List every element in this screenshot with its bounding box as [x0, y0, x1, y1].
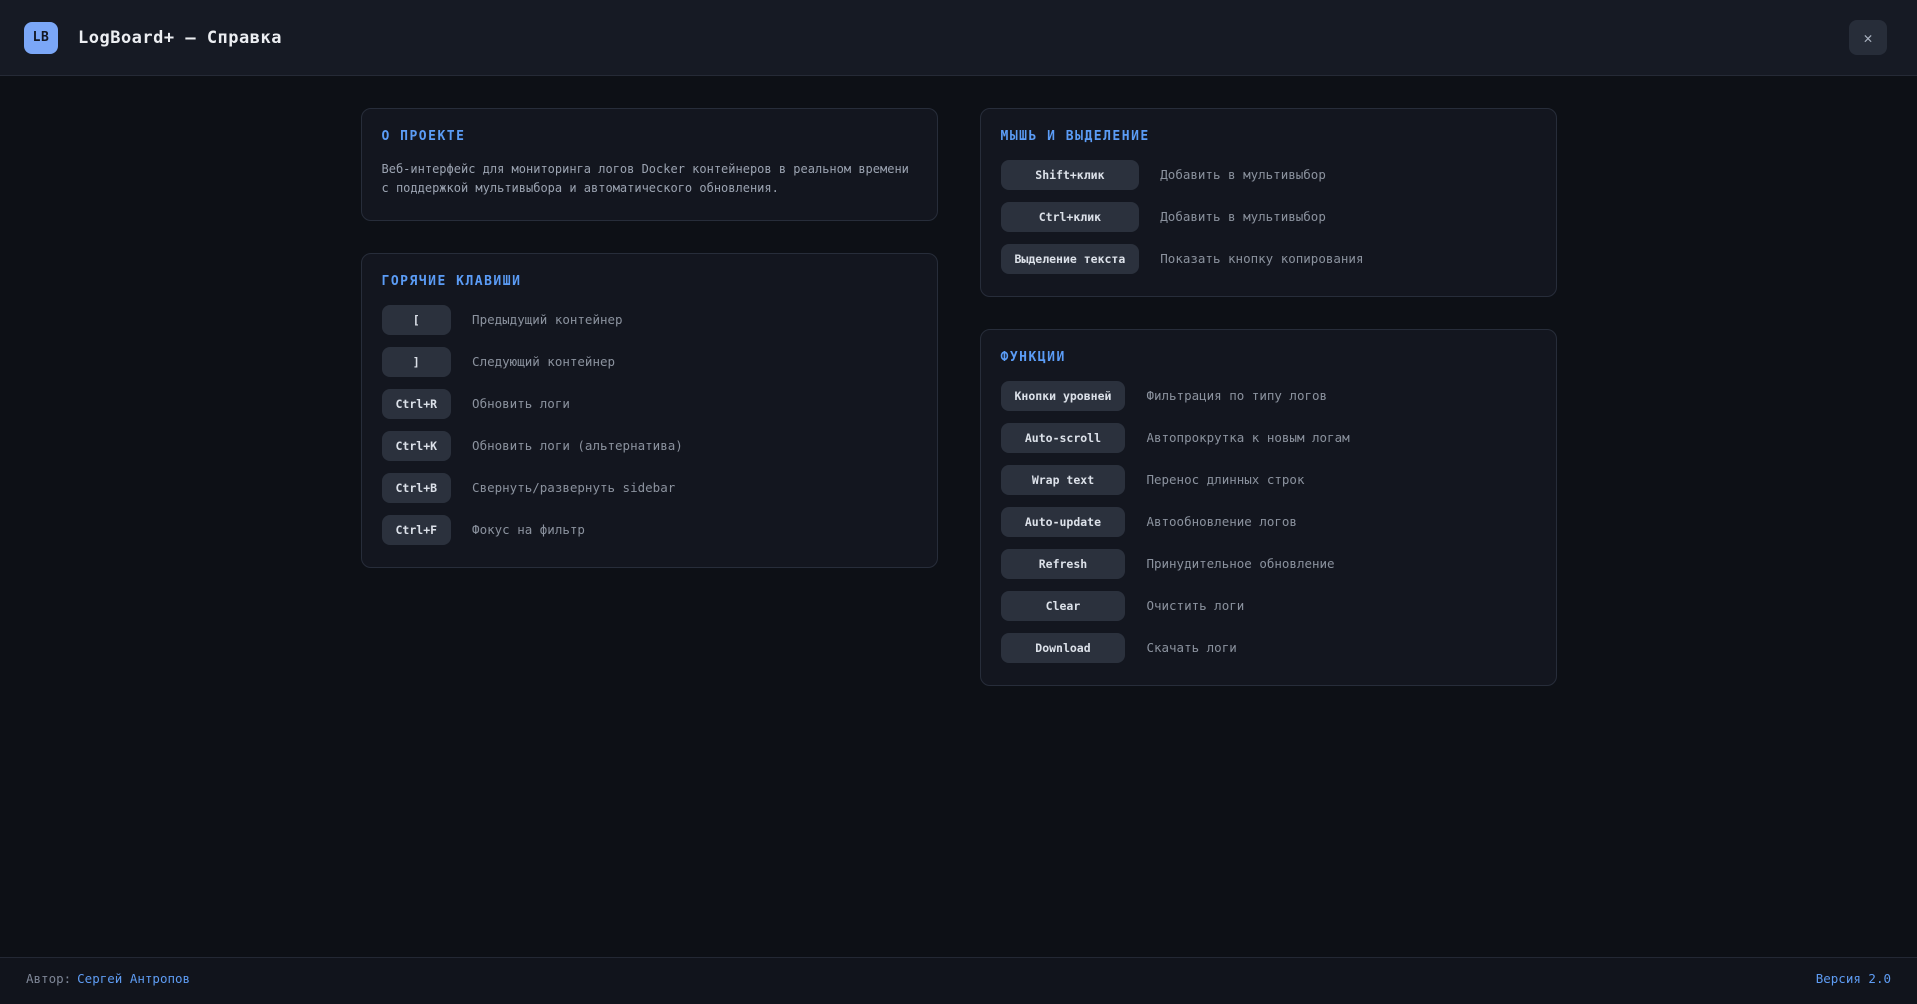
key-description: Добавить в мультивыбор — [1160, 202, 1535, 224]
key-description: Свернуть/развернуть sidebar — [472, 473, 916, 495]
key-badge: Кнопки уровней — [1001, 381, 1126, 411]
key-description: Перенос длинных строк — [1146, 465, 1535, 487]
version-label: Версия 2.0 — [1816, 971, 1891, 986]
features-card: ФУНКЦИИ Кнопки уровней Фильтрация по тип… — [980, 329, 1557, 686]
features-list: Кнопки уровней Фильтрация по типу логов … — [1001, 381, 1536, 663]
key-badge: Refresh — [1001, 549, 1126, 579]
author-link[interactable]: Сергей Антропов — [77, 971, 190, 986]
key-description: Следующий контейнер — [472, 347, 916, 369]
help-content: О ПРОЕКТЕ Веб-интерфейс для мониторинга … — [0, 76, 1917, 957]
app-header: LB LogBoard+ — Справка ✕ — [0, 0, 1917, 76]
key-badge: [ — [382, 305, 452, 335]
app-footer: Автор: Сергей Антропов Версия 2.0 — [0, 957, 1917, 1004]
app-logo: LB — [24, 22, 58, 54]
features-card-title: ФУНКЦИИ — [1001, 350, 1536, 365]
key-badge: Download — [1001, 633, 1126, 663]
mouse-card: МЫШЬ И ВЫДЕЛЕНИЕ Shift+клик Добавить в м… — [980, 108, 1557, 297]
key-badge: Ctrl+B — [382, 473, 452, 503]
key-badge: Ctrl+клик — [1001, 202, 1140, 232]
mouse-list: Shift+клик Добавить в мультивыбор Ctrl+к… — [1001, 160, 1536, 274]
key-description: Автопрокрутка к новым логам — [1146, 423, 1535, 445]
key-badge: Wrap text — [1001, 465, 1126, 495]
key-description: Автообновление логов — [1146, 507, 1535, 529]
right-column: МЫШЬ И ВЫДЕЛЕНИЕ Shift+клик Добавить в м… — [980, 108, 1557, 957]
key-badge: Shift+клик — [1001, 160, 1140, 190]
author-label: Автор: — [26, 971, 71, 986]
key-description: Очистить логи — [1146, 591, 1535, 613]
key-description: Показать кнопку копирования — [1160, 244, 1535, 266]
key-badge: Auto-update — [1001, 507, 1126, 537]
left-column: О ПРОЕКТЕ Веб-интерфейс для мониторинга … — [361, 108, 938, 957]
page-title: LogBoard+ — Справка — [78, 28, 282, 48]
key-description: Предыдущий контейнер — [472, 305, 916, 327]
key-description: Фильтрация по типу логов — [1146, 381, 1535, 403]
key-badge: Ctrl+F — [382, 515, 452, 545]
close-button[interactable]: ✕ — [1849, 20, 1887, 55]
key-badge: Выделение текста — [1001, 244, 1140, 274]
key-badge: Ctrl+R — [382, 389, 452, 419]
hotkeys-card-title: ГОРЯЧИЕ КЛАВИШИ — [382, 274, 917, 289]
key-description: Обновить логи (альтернатива) — [472, 431, 916, 453]
about-card-body: Веб-интерфейс для мониторинга логов Dock… — [382, 160, 917, 198]
about-card-title: О ПРОЕКТЕ — [382, 129, 917, 144]
key-badge: Clear — [1001, 591, 1126, 621]
mouse-card-title: МЫШЬ И ВЫДЕЛЕНИЕ — [1001, 129, 1536, 144]
about-card: О ПРОЕКТЕ Веб-интерфейс для мониторинга … — [361, 108, 938, 221]
author-line: Автор: Сергей Антропов — [26, 971, 190, 986]
close-icon: ✕ — [1863, 29, 1872, 47]
key-badge: Ctrl+K — [382, 431, 452, 461]
hotkeys-list: [ Предыдущий контейнер ] Следующий конте… — [382, 305, 917, 545]
hotkeys-card: ГОРЯЧИЕ КЛАВИШИ [ Предыдущий контейнер ]… — [361, 253, 938, 568]
key-description: Скачать логи — [1146, 633, 1535, 655]
key-description: Фокус на фильтр — [472, 515, 916, 537]
key-badge: ] — [382, 347, 452, 377]
key-description: Принудительное обновление — [1146, 549, 1535, 571]
key-badge: Auto-scroll — [1001, 423, 1126, 453]
key-description: Обновить логи — [472, 389, 916, 411]
key-description: Добавить в мультивыбор — [1160, 160, 1535, 182]
